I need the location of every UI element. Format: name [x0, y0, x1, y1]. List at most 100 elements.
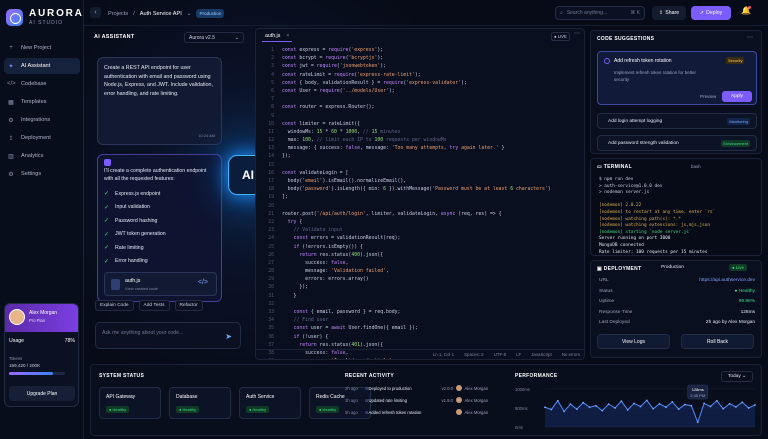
- deployment-env: Production: [661, 265, 684, 270]
- tooltip-text: 2:45 PM: [690, 393, 705, 398]
- feature-label: Input validation: [115, 204, 150, 211]
- line-number: 30: [268, 285, 274, 291]
- search-input[interactable]: ⌕ Search anything... ⌘ K: [555, 6, 645, 20]
- code-editor[interactable]: auth.js × ● LIVE ⋯ 1 const express = requi…: [255, 28, 585, 360]
- sidebar-item-ai-assistant[interactable]: ✦ AI Assistant: [4, 58, 80, 74]
- terminal-title: ▭ TERMINAL: [597, 164, 632, 170]
- data-point: [671, 401, 674, 403]
- editor-status-bar: Ln 1, Col 1 Spaces: 2 UTF-8 LF JavaScript No …: [256, 349, 584, 359]
- breadcrumb-projects[interactable]: Projects: [108, 11, 128, 17]
- detail-value: 2h ago by Alex Morgan: [705, 320, 755, 325]
- service-card[interactable]: Auth Service ● Healthy: [239, 387, 301, 419]
- activity-row[interactable]: 5h ago ⊙ Added refresh token rotation Alex…: [345, 409, 505, 415]
- code-icon[interactable]: </>: [198, 279, 208, 286]
- code-line: 36 if (!user) {: [256, 334, 584, 342]
- line-number: 22: [268, 219, 274, 225]
- deployment-row: URL https://api.authservice.dev: [599, 278, 755, 283]
- suggestion-badge: Monitoring: [727, 118, 750, 125]
- line-number: 6: [271, 88, 274, 94]
- service-status-badge: ● Healthy: [316, 406, 340, 413]
- code-line: 13 message: { success: false, message: '…: [256, 145, 584, 153]
- send-icon[interactable]: ➤: [225, 332, 232, 341]
- activity-row[interactable]: 3h ago ⊙ Updated rate limiting v1.9.0 Alex …: [345, 397, 505, 403]
- data-point: [626, 409, 629, 411]
- check-icon: ✓: [104, 204, 110, 211]
- service-card[interactable]: API Gateway ● Healthy: [99, 387, 161, 419]
- check-icon: ✓: [104, 191, 110, 198]
- code-line: 10 const limiter = rateLimit({: [256, 121, 584, 129]
- brand[interactable]: AURORA AI STUDIO: [6, 8, 82, 30]
- code-line: 23 // Validate input: [256, 227, 584, 235]
- share-button[interactable]: ⇪ Share: [652, 6, 686, 20]
- data-point: [595, 404, 597, 407]
- roll-back-button[interactable]: Roll Back: [681, 334, 754, 349]
- file-attachment[interactable]: auth.js View created code </>: [104, 272, 217, 296]
- performance-chart: 1000ms 500ms 0ms 128ms2:45 PM: [515, 384, 756, 430]
- back-button[interactable]: ‹: [90, 7, 101, 18]
- model-select[interactable]: Aurora v2.5 ⌄: [184, 32, 244, 43]
- deployment-row: Last Deployed 2h ago by Alex Morgan: [599, 320, 755, 325]
- detail-label: Uptime: [599, 299, 615, 304]
- activity-text: Updated rate limiting: [368, 397, 407, 403]
- add-tests-button[interactable]: Add Tests: [138, 300, 170, 311]
- nav-icon: ⚙: [8, 171, 14, 178]
- security-badge: Security: [726, 57, 745, 64]
- line-number: 31: [268, 293, 274, 299]
- terminal-panel[interactable]: ▭ TERMINAL bash $ npm run dev > auth-serv…: [590, 158, 762, 256]
- code-text: success: false,: [282, 260, 349, 266]
- suggestion-card[interactable]: Add password strength validation Enhancem…: [597, 135, 757, 151]
- file-icon: [111, 279, 120, 290]
- sidebar-item-codebase[interactable]: </> Codebase: [4, 76, 80, 92]
- nav-icon: </>: [7, 81, 16, 87]
- line-number: 3: [271, 64, 274, 70]
- close-icon[interactable]: ×: [286, 33, 289, 39]
- sidebar-item-templates[interactable]: ▦ Templates: [4, 94, 80, 110]
- sidebar-item-deployment[interactable]: ⇪ Deployment: [4, 130, 80, 146]
- code-line: 14});: [256, 153, 584, 161]
- ask-input[interactable]: Ask me anything about your code... ➤: [95, 322, 241, 349]
- status-item: JavaScript: [531, 352, 552, 357]
- detail-value: 99.98%: [738, 299, 755, 304]
- data-point: [715, 399, 718, 402]
- sidebar-item-analytics[interactable]: ▥ Analytics: [4, 148, 80, 164]
- suggestion-title: Add refresh token rotation: [614, 58, 672, 64]
- preview-button[interactable]: Preview: [700, 94, 716, 99]
- avatar: [9, 309, 25, 325]
- code-line: 1 const express = require('express');: [256, 47, 584, 55]
- suggestion-card-refresh-token[interactable]: Add refresh token rotation Implement ref…: [597, 51, 757, 105]
- activity-text: Added refresh token rotation: [368, 409, 422, 415]
- code-line: 30 });: [256, 284, 584, 292]
- activity-version: v2.0.0: [441, 385, 453, 391]
- sidebar: AURORA AI STUDIO + New Project ✦ AI Assista…: [0, 0, 84, 439]
- breadcrumb-current[interactable]: Auth Service API: [140, 11, 182, 17]
- sidebar-item-settings[interactable]: ⚙ Settings: [4, 166, 80, 182]
- user-header[interactable]: Alex Morgan Pro Plan: [5, 304, 78, 332]
- code-text: const limiter = rateLimit({: [282, 121, 360, 127]
- refactor-button[interactable]: Refactor: [174, 300, 203, 311]
- deploy-button[interactable]: ➚ Deploy: [691, 6, 731, 20]
- sidebar-item-label: Integrations: [21, 117, 51, 123]
- ai-assistant-panel: AI ASSISTANT Aurora v2.5 ⌄ Create a REST …: [90, 30, 248, 350]
- view-logs-button[interactable]: View Logs: [597, 334, 670, 349]
- more-icon[interactable]: ⋯: [574, 30, 580, 37]
- line-number: 36: [268, 334, 274, 340]
- sidebar-item-new-project[interactable]: + New Project: [4, 40, 80, 56]
- nav-icon: ⇪: [8, 135, 14, 142]
- chevron-down-icon[interactable]: ⌄: [187, 11, 192, 17]
- data-point: [575, 408, 578, 411]
- tab-auth-js[interactable]: auth.js ×: [262, 30, 293, 42]
- suggestion-card[interactable]: Add login attempt logging Monitoring: [597, 113, 757, 129]
- data-point: [728, 402, 731, 405]
- sidebar-item-integrations[interactable]: ⚙ Integrations: [4, 112, 80, 128]
- detail-value[interactable]: https://api.authservice.dev: [699, 278, 755, 283]
- more-icon[interactable]: ⋯: [747, 34, 753, 41]
- explain-code-button[interactable]: Explain Code: [95, 300, 134, 311]
- apply-button[interactable]: Apply: [722, 91, 752, 102]
- code-area[interactable]: 1 const express = require('express'); 2 con…: [256, 47, 584, 359]
- nav-icon: ✦: [8, 63, 14, 70]
- service-card[interactable]: Database ● Healthy: [169, 387, 231, 419]
- live-badge: ● Live: [729, 264, 747, 271]
- activity-row[interactable]: 2h ago ⊙ Deployed to production v2.0.0 Alex…: [345, 385, 505, 391]
- activity-user: Alex Morgan: [464, 385, 489, 391]
- upgrade-plan-button[interactable]: Upgrade Plan: [9, 386, 75, 401]
